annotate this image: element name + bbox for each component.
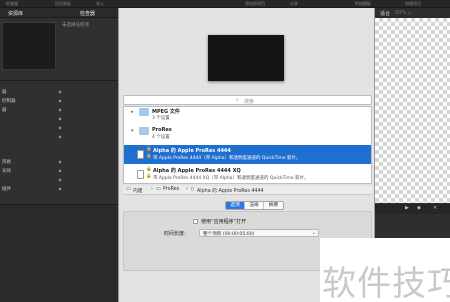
fit-label: 适合 [380,11,391,17]
lock-icon: 🔒 [146,174,152,179]
tab-inspector[interactable]: 检查器 [80,10,95,17]
selection-thumbnail [2,22,56,70]
lock-icon: 🔒 [146,154,152,159]
list-item-title: Alpha 的 Apple ProRes 4444 [153,148,231,154]
chevron-right-icon: › [151,187,153,192]
search-icon: ⌕ [236,97,239,103]
marker-icon[interactable]: ◆ [417,205,421,211]
library-item[interactable]: 光效 ▶ [0,167,118,175]
search-field[interactable]: ⌕ 搜索 [123,95,372,105]
tab-options[interactable]: 选项 [226,202,245,209]
chevron-down-icon[interactable]: ▾ [131,128,134,134]
list-item-mpeg[interactable]: ▸ MPEG 文件 3 个设置 [124,107,371,124]
list-item-title: ProRes [152,127,172,133]
list-item-prores[interactable]: ▾ ProRes 4 个设置 [124,126,371,143]
toolbar-inspector[interactable]: 检查器 [6,1,18,7]
library-item[interactable]: ▶ [0,176,118,184]
lock-icon: 🔒 [146,147,152,152]
chevron-right-icon: ▶ [59,186,63,191]
chevron-right-icon: ▶ [59,116,63,121]
list-item-title: MPEG 文件 [152,109,180,115]
toolbar-create-project[interactable]: 创建项目 [405,1,421,7]
library-item-label: 风格 [2,160,11,165]
chevron-right-icon: ▶ [59,107,63,112]
library-item[interactable]: 器 ▶ [0,106,118,114]
document-icon [137,150,144,159]
chevron-right-icon: ▶ [59,159,63,164]
library-item-label: 器 [2,108,7,113]
tab-summary[interactable]: 摘要 [264,202,283,209]
toolbar-add-to-project[interactable]: 添加到项目 [245,1,265,7]
list-item-subtitle: 3 个设置 [152,116,170,121]
chevron-right-icon: ▶ [59,98,63,103]
tab-library[interactable]: 资源库 [8,10,23,17]
path-item[interactable]: 内建 [133,187,143,194]
transparent-canvas[interactable] [375,18,450,203]
close-icon[interactable]: ✕ [433,205,437,211]
destination-list: ▸ MPEG 文件 3 个设置 ▾ ProRes 4 个设置 🔒 Alpha 的… [123,106,372,184]
duration-value: 整个项目 (00:00:05;00) [203,232,255,237]
toolbar-attach-template[interactable]: 附加模板 [355,1,371,7]
chevron-right-icon[interactable]: ▸ [131,109,134,115]
left-panel: 资源库 检查器 未选择任何项 器 ▶ 控制器 ▶ 器 ▶ ▶ ▶ ▶ 风格 ▶ [0,8,118,302]
search-placeholder: 搜索 [244,99,255,105]
tab-render[interactable]: 渲染 [245,202,264,209]
chevron-right-icon: ▶ [59,168,63,173]
chevron-right-icon: ▶ [59,89,63,94]
library-item[interactable]: ▶ [0,124,118,132]
zoom-select[interactable]: 50% ◇ [395,10,412,16]
play-icon[interactable]: ▶ [405,205,409,211]
document-icon [137,170,144,179]
toolbar-project-pane[interactable]: 项目面板 [55,1,71,7]
document-icon: ▯ [191,187,194,192]
chevron-updown-icon: ⌄ [311,230,316,236]
duration-label: 时间长度： [164,231,190,237]
list-item-subtitle: 带 Apple ProRes 4444（带 Alpha）和透明度通道的 Quic… [153,156,301,161]
duration-select[interactable]: 整个项目 (00:00:05;00) ⌄ [199,229,319,237]
library-item-label: 光效 [2,169,11,174]
left-panel-header: 资源库 检查器 [0,8,118,18]
library-item-label: 控制器 [2,99,16,104]
chevron-right-icon: ▶ [59,177,63,182]
library-item[interactable]: 插件 ▶ [0,185,118,193]
options-tabs: 选项 渲染 摘要 [225,201,284,210]
list-item-prores-4444[interactable]: 🔒 Alpha 的 Apple ProRes 4444 🔒 带 Apple Pr… [124,145,371,164]
canvas-controls: ▶ ◆ ✕ [375,204,450,214]
path-bar: ▭ 内建 › ▭ ProRes › ▯ Alpha 的 Apple ProRes… [123,186,372,195]
library-item-label: 器 [2,90,7,95]
toolbar-share[interactable]: 分享 [290,1,298,7]
chevron-right-icon: › [186,187,188,192]
chevron-right-icon: ▶ [59,134,63,139]
library-item[interactable]: 控制器 ▶ [0,97,118,105]
lock-icon: 🔒 [146,167,152,172]
library-item[interactable]: ▶ [0,133,118,141]
folder-icon: ▭ [156,187,161,192]
export-preview [208,35,284,81]
list-item-subtitle: 带 Apple ProRes 4444 XQ（带 Alpha）和透明度通道的 Q… [153,176,309,181]
folder-icon [139,127,149,135]
library-item-label: 插件 [2,187,11,192]
library-item[interactable]: 风格 ▶ [0,158,118,166]
open-with-app-checkbox[interactable] [193,219,198,224]
divider [0,80,118,81]
list-item-subtitle: 4 个设置 [152,135,170,140]
chevron-right-icon: ▶ [59,125,63,130]
path-item[interactable]: Alpha 的 Apple ProRes 4444 [197,187,264,194]
top-toolbar: 检查器 项目面板 导入 添加到项目 分享 附加模板 创建项目 [0,0,450,8]
left-panel-bottom [0,204,118,302]
path-item[interactable]: ProRes [163,187,179,192]
library-item[interactable]: ▶ [0,115,118,123]
toolbar-import[interactable]: 导入 [96,1,104,7]
watermark-text: 软件技巧 [322,264,450,302]
folder-icon [139,108,149,116]
library-item[interactable]: 器 ▶ [0,88,118,96]
list-item-prores-4444-xq[interactable]: 🔒 Alpha 的 Apple ProRes 4444 XQ 🔒 带 Apple… [124,165,371,183]
list-item-title: Alpha 的 Apple ProRes 4444 XQ [153,168,241,174]
open-with-app-label: 使用“应用程序”打开 [201,219,247,225]
no-selection-text: 未选择任何项 [62,23,89,28]
folder-icon: ▭ [126,187,131,192]
